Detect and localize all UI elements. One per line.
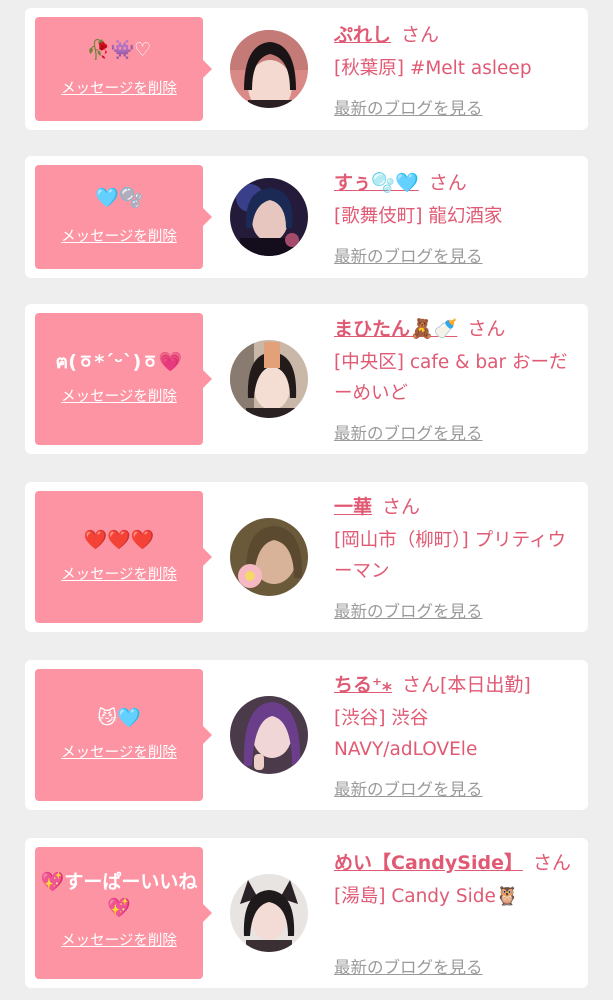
honorific: さん — [382, 496, 421, 518]
latest-blog-link[interactable]: 最新のブログを見る — [334, 95, 483, 119]
message-card: 🩵🫧 メッセージを削除 すぅ🫧🩵 さん [歌舞伎町] 龍幻酒家 最新のブログを見る — [25, 156, 588, 278]
delete-message-link[interactable]: メッセージを削除 — [61, 385, 177, 406]
message-card: ฅ(ㆆ*ˊᵕˋ)ㆆ💗 メッセージを削除 まひたん🧸🍼 さん [中央区] cafe … — [25, 304, 588, 454]
location-text: [岡山市（柳町）] プリティウーマン — [334, 530, 566, 582]
honorific: さん — [467, 318, 506, 340]
honorific: さん — [532, 852, 571, 874]
message-text: ฅ(ㆆ*ˊᵕˋ)ㆆ💗 — [55, 351, 183, 373]
message-text: 🥀👾♡ — [86, 39, 152, 61]
location-text: [中央区] cafe & bar おーだーめいど — [334, 352, 568, 404]
message-text: 😼🩵 — [97, 707, 141, 729]
message-card: 🥀👾♡ メッセージを削除 ぷれし さん [秋葉原] #Melt asleep 最新… — [25, 8, 588, 130]
latest-blog-link[interactable]: 最新のブログを見る — [334, 598, 483, 622]
honorific: さん — [401, 24, 440, 46]
avatar[interactable] — [230, 30, 308, 108]
user-name-link[interactable]: ちる⁺⁎ — [334, 674, 392, 696]
message-list: 🥀👾♡ メッセージを削除 ぷれし さん [秋葉原] #Melt asleep 最新… — [0, 0, 613, 1000]
delete-message-link[interactable]: メッセージを削除 — [61, 929, 177, 950]
message-text: 💖すーぱーいいね💖 — [40, 871, 198, 919]
location-text: [秋葉原] #Melt asleep — [334, 58, 532, 79]
avatar[interactable] — [230, 178, 308, 256]
message-bubble: 💖すーぱーいいね💖 メッセージを削除 — [35, 847, 212, 979]
avatar[interactable] — [230, 874, 308, 952]
message-bubble: 😼🩵 メッセージを削除 — [35, 669, 212, 801]
message-card: ❤️❤️❤️ メッセージを削除 一華 さん [岡山市（柳町）] プリティウーマン … — [25, 482, 588, 632]
message-card: 💖すーぱーいいね💖 メッセージを削除 めい【CandySide】 さん [湯島] … — [25, 838, 588, 988]
delete-message-link[interactable]: メッセージを削除 — [61, 563, 177, 584]
avatar[interactable] — [230, 518, 308, 596]
latest-blog-link[interactable]: 最新のブログを見る — [334, 954, 483, 978]
delete-message-link[interactable]: メッセージを削除 — [61, 77, 177, 98]
message-text: 🩵🫧 — [95, 187, 143, 209]
location-text: [歌舞伎町] 龍幻酒家 — [334, 206, 503, 227]
user-name-link[interactable]: ぷれし — [334, 24, 391, 46]
user-name-link[interactable]: まひたん🧸🍼 — [334, 318, 457, 340]
user-info: ぷれし さん [秋葉原] #Melt asleep — [334, 20, 574, 84]
delete-message-link[interactable]: メッセージを削除 — [61, 225, 177, 246]
latest-blog-link[interactable]: 最新のブログを見る — [334, 420, 483, 444]
delete-message-link[interactable]: メッセージを削除 — [61, 741, 177, 762]
user-info: すぅ🫧🩵 さん [歌舞伎町] 龍幻酒家 — [334, 168, 574, 232]
user-info: ちる⁺⁎ さん[本日出勤] [渋谷] 渋谷 NAVY/adLOVEle — [334, 670, 574, 765]
avatar[interactable] — [230, 340, 308, 418]
user-name-link[interactable]: めい【CandySide】 — [334, 852, 523, 874]
avatar[interactable] — [230, 696, 308, 774]
message-bubble: 🩵🫧 メッセージを削除 — [35, 165, 212, 269]
honorific: さん — [428, 172, 467, 194]
user-info: めい【CandySide】 さん [湯島] Candy Side🦉 — [334, 848, 574, 912]
message-bubble: 🥀👾♡ メッセージを削除 — [35, 17, 212, 121]
location-text: [渋谷] 渋谷 NAVY/adLOVEle — [334, 708, 478, 760]
user-info: 一華 さん [岡山市（柳町）] プリティウーマン — [334, 492, 574, 587]
message-card: 😼🩵 メッセージを削除 ちる⁺⁎ さん[本日出勤] [渋谷] 渋谷 NAVY/ad… — [25, 660, 588, 810]
user-name-link[interactable]: 一華 — [334, 496, 372, 518]
message-bubble: ❤️❤️❤️ メッセージを削除 — [35, 491, 212, 623]
user-info: まひたん🧸🍼 さん [中央区] cafe & bar おーだーめいど — [334, 314, 574, 409]
message-text: ❤️❤️❤️ — [83, 529, 155, 551]
honorific: さん[本日出勤] — [401, 674, 531, 696]
latest-blog-link[interactable]: 最新のブログを見る — [334, 243, 483, 267]
location-text: [湯島] Candy Side🦉 — [334, 886, 519, 907]
message-bubble: ฅ(ㆆ*ˊᵕˋ)ㆆ💗 メッセージを削除 — [35, 313, 212, 445]
latest-blog-link[interactable]: 最新のブログを見る — [334, 776, 483, 800]
user-name-link[interactable]: すぅ🫧🩵 — [334, 172, 419, 194]
